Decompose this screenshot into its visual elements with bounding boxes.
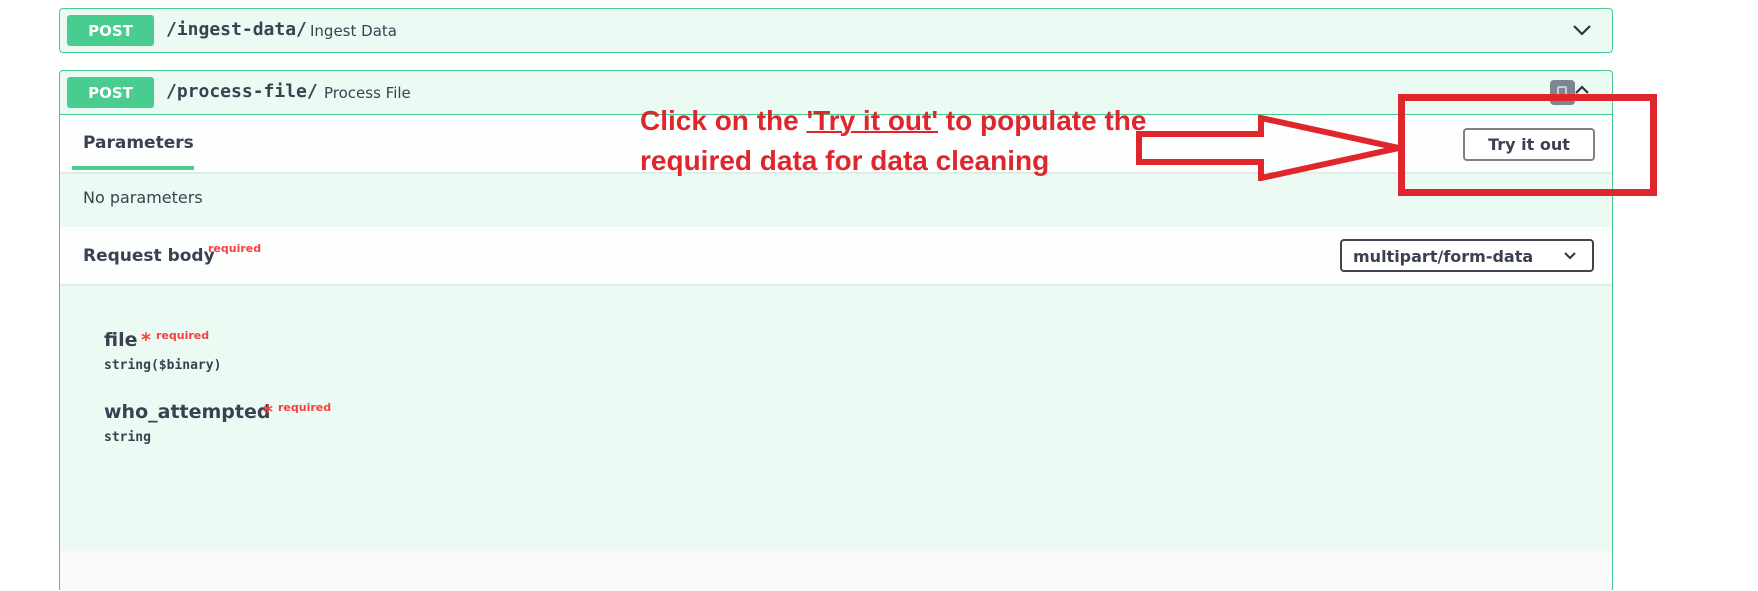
annotation-text-highlight: 'Try it out'	[806, 105, 939, 136]
annotation-arrow	[1136, 115, 1400, 181]
required-star: *	[263, 401, 273, 423]
endpoint-path: /ingest-data/	[166, 19, 307, 40]
section-footer	[60, 551, 1612, 591]
chevron-down-icon[interactable]	[1572, 22, 1592, 38]
annotation-highlight-box	[1398, 94, 1657, 196]
endpoint-summary: Ingest Data	[310, 22, 397, 40]
tab-underline	[72, 166, 194, 170]
property-type: string	[104, 430, 151, 445]
annotation-instruction: Click on the 'Try it out' to populate th…	[640, 101, 1160, 181]
required-badge: required	[278, 401, 332, 414]
property-type: string($binary)	[104, 358, 222, 373]
required-badge: required	[208, 242, 262, 255]
chevron-down-icon	[1564, 252, 1576, 260]
ingest-data-operation: POST /ingest-data/ Ingest Data	[59, 8, 1613, 53]
no-parameters-text: No parameters	[83, 188, 203, 207]
ingest-data-summary[interactable]: POST /ingest-data/ Ingest Data	[60, 9, 1612, 52]
annotation-text-prefix: Click on the	[640, 105, 807, 136]
required-badge: required	[156, 329, 210, 342]
content-type-select[interactable]: multipart/form-data	[1340, 239, 1594, 272]
required-star: *	[141, 329, 151, 351]
request-body-header: Request body required multipart/form-dat…	[60, 227, 1612, 284]
content-type-value: multipart/form-data	[1353, 247, 1534, 266]
post-method-badge: POST	[67, 15, 154, 46]
tab-parameters[interactable]: Parameters	[83, 133, 194, 153]
property-name: who_attempted	[104, 401, 271, 423]
endpoint-path: /process-file/	[166, 81, 318, 102]
endpoint-summary: Process File	[324, 84, 411, 102]
property-name: file	[104, 329, 138, 351]
post-method-badge: POST	[67, 77, 154, 108]
request-body-label: Request body	[83, 246, 215, 266]
